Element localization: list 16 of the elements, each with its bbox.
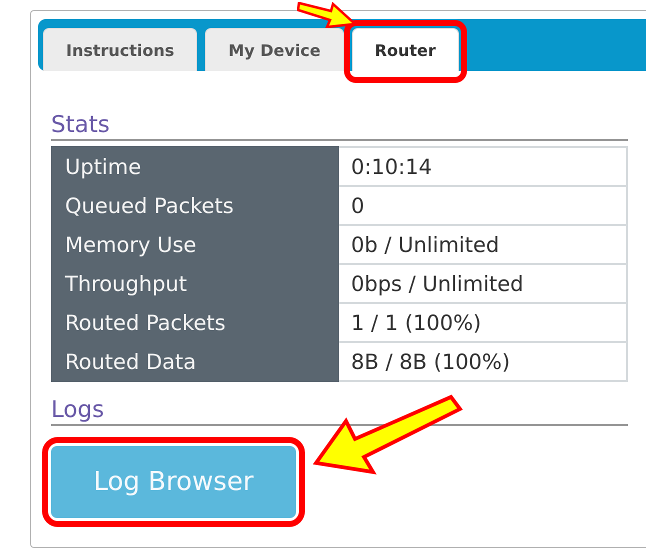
table-cell: 0b / Unlimited	[338, 225, 627, 264]
tab[interactable]: Router	[352, 28, 459, 71]
tab[interactable]: My Device	[205, 28, 344, 71]
table-cell: Routed Packets	[52, 303, 338, 342]
tab[interactable]: Instructions	[43, 28, 198, 71]
table-cell: Uptime	[52, 147, 338, 186]
table-cell: 0bps / Unlimited	[338, 264, 627, 303]
table-cell: Queued Packets	[52, 186, 338, 225]
section-heading: Stats	[51, 111, 628, 141]
table-cell: Routed Data	[52, 342, 338, 381]
table-cell: Throughput	[52, 264, 338, 303]
table-cell: 0	[338, 186, 627, 225]
table-cell: 1 / 1 (100%)	[338, 303, 627, 342]
table-cell: Memory Use	[52, 225, 338, 264]
table-cell: 0:10:14	[338, 147, 627, 186]
table-cell: 8B / 8B (100%)	[338, 342, 627, 381]
